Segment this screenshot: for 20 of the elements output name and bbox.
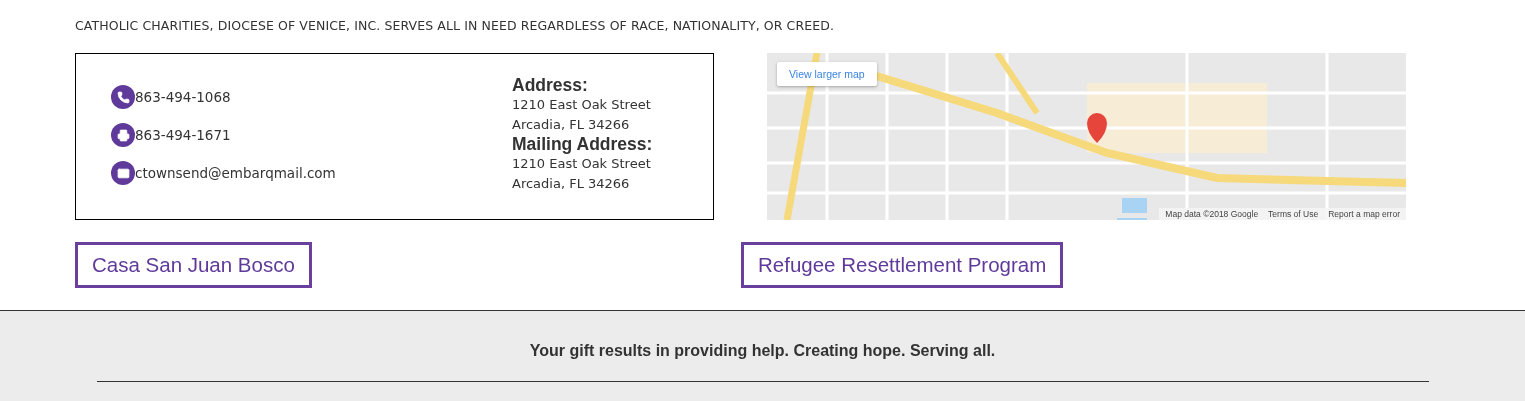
attribution-link[interactable]: Map data ©2018 Google — [1165, 209, 1259, 219]
address-line: Arcadia, FL 34266 — [512, 175, 631, 193]
contact-text: 863-494-1068 — [135, 89, 231, 105]
view-larger-map-button[interactable]: View larger map — [777, 62, 877, 86]
attribution-link[interactable]: Terms of Use — [1268, 209, 1319, 219]
printer-icon — [111, 123, 135, 147]
address-heading: Mailing Address: — [512, 135, 654, 154]
contact-text: ctownsend@embarqmail.com — [135, 165, 336, 181]
phone-icon — [111, 85, 135, 109]
address-line: 1210 East Oak Street — [512, 96, 652, 114]
contact-text: 863-494-1671 — [135, 127, 231, 143]
address-line: Arcadia, FL 34266 — [512, 116, 631, 134]
attribution-link[interactable]: Report a map error — [1328, 209, 1400, 219]
address-heading: Address: — [512, 76, 589, 95]
tagline: Your gift results in providing help. Creating hope. Serving all. — [529, 341, 996, 361]
notice-text: CATHOLIC CHARITIES, DIOCESE OF VENICE, INC. SERVES ALL IN NEED REGARDLESS OF RACE, NATIONALITY, OR CREED. — [75, 17, 836, 35]
address-line: 1210 East Oak Street — [512, 155, 652, 173]
program-link-button[interactable]: Refugee Resettlement Program — [741, 242, 1064, 288]
mail-icon — [111, 161, 135, 185]
program-link-button[interactable]: Casa San Juan Bosco — [75, 242, 312, 288]
